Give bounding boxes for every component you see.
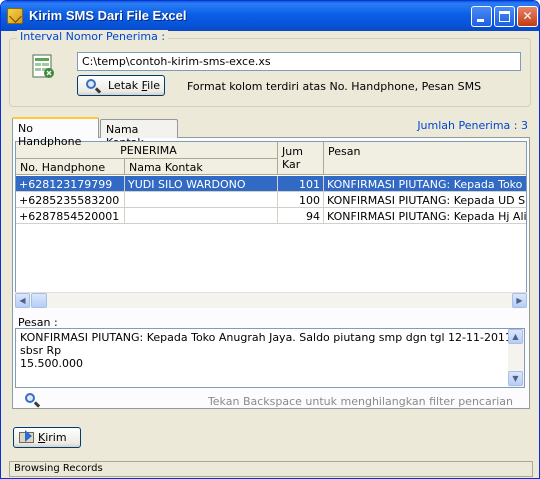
tab-nama-kontak[interactable]: Nama Kontak bbox=[100, 119, 178, 149]
browse-file-label: Letak File bbox=[108, 79, 161, 92]
cell-phone: +6285235583200 bbox=[16, 192, 125, 208]
cell-char-count: 101 bbox=[278, 176, 324, 192]
interval-group bbox=[9, 38, 531, 107]
maximize-icon bbox=[499, 11, 510, 22]
excel-file-icon bbox=[32, 54, 54, 78]
recipients-grid[interactable]: PENERIMA No. Handphone Nama Kontak Jum K… bbox=[15, 141, 527, 307]
cell-message: KONFIRMASI PIUTANG: Kepada UD Sinar bbox=[324, 192, 526, 208]
recipient-count: Jumlah Penerima : 3 bbox=[417, 119, 528, 132]
title-bar[interactable]: Kirim SMS Dari File Excel ✕ bbox=[1, 1, 539, 31]
close-button[interactable]: ✕ bbox=[517, 6, 538, 27]
send-button[interactable]: Kirim bbox=[13, 427, 81, 448]
column-header-contact[interactable]: Nama Kontak bbox=[125, 159, 278, 175]
message-line-2: 15.500.000 bbox=[20, 357, 83, 370]
message-textarea[interactable]: KONFIRMASI PIUTANG: Kepada Toko Anugrah … bbox=[15, 328, 525, 388]
cell-contact bbox=[125, 192, 278, 208]
cell-char-count: 94 bbox=[278, 208, 324, 224]
file-path-input[interactable]: C:\temp\contoh-kirim-sms-exce.xs bbox=[77, 52, 521, 71]
magnifier-icon bbox=[86, 79, 96, 89]
cell-message: KONFIRMASI PIUTANG: Kepada Toko Anugrah … bbox=[324, 176, 526, 192]
message-line-1: KONFIRMASI PIUTANG: Kepada Toko Anugrah … bbox=[20, 331, 512, 357]
scroll-down-button[interactable]: ▼ bbox=[508, 371, 523, 386]
chevron-right-icon: ▶ bbox=[516, 296, 523, 305]
send-icon bbox=[19, 430, 34, 443]
scroll-right-button[interactable]: ▶ bbox=[512, 293, 527, 308]
cell-contact: YUDI SILO WARDONO bbox=[125, 176, 278, 192]
send-button-label: Kirim bbox=[38, 431, 67, 444]
maximize-button[interactable] bbox=[494, 6, 515, 27]
chevron-left-icon: ◀ bbox=[19, 296, 26, 305]
chevron-up-icon: ▲ bbox=[512, 332, 519, 341]
status-bar: Browsing Records bbox=[9, 461, 533, 477]
minimize-icon bbox=[477, 19, 484, 22]
cell-phone: +628123179799 bbox=[16, 176, 125, 192]
cell-char-count: 100 bbox=[278, 192, 324, 208]
chevron-down-icon: ▼ bbox=[512, 374, 519, 383]
grid-horizontal-scrollbar[interactable]: ◀ ▶ bbox=[15, 292, 527, 308]
search-icon bbox=[25, 393, 35, 403]
column-header-char-count[interactable]: Jum Kar bbox=[278, 142, 324, 175]
message-vertical-scrollbar[interactable]: ▲ ▼ bbox=[508, 329, 524, 387]
scroll-up-button[interactable]: ▲ bbox=[508, 329, 523, 344]
browse-file-button[interactable]: Letak File bbox=[77, 75, 165, 96]
cell-contact bbox=[125, 208, 278, 224]
column-header-message[interactable]: Pesan bbox=[324, 142, 526, 175]
tab-no-handphone[interactable]: No Handphone bbox=[12, 117, 99, 148]
format-note: Format kolom terdiri atas No. Handphone,… bbox=[187, 80, 482, 93]
window-title: Kirim SMS Dari File Excel bbox=[29, 8, 187, 23]
cell-message: KONFIRMASI PIUTANG: Kepada Hj Alibaba bbox=[324, 208, 526, 224]
app-icon bbox=[7, 8, 23, 24]
interval-group-legend: Interval Nomor Penerima : bbox=[17, 30, 169, 43]
scroll-left-button[interactable]: ◀ bbox=[15, 293, 30, 308]
column-header-phone[interactable]: No. Handphone bbox=[16, 159, 125, 175]
close-icon: ✕ bbox=[522, 9, 533, 23]
scroll-thumb[interactable] bbox=[31, 293, 47, 308]
cell-phone: +6287854520001 bbox=[16, 208, 125, 224]
filter-hint: Tekan Backspace untuk menghilangkan filt… bbox=[207, 395, 513, 408]
main-window: Kirim SMS Dari File Excel ✕ Interval Nom… bbox=[0, 0, 540, 479]
minimize-button[interactable] bbox=[471, 6, 492, 27]
